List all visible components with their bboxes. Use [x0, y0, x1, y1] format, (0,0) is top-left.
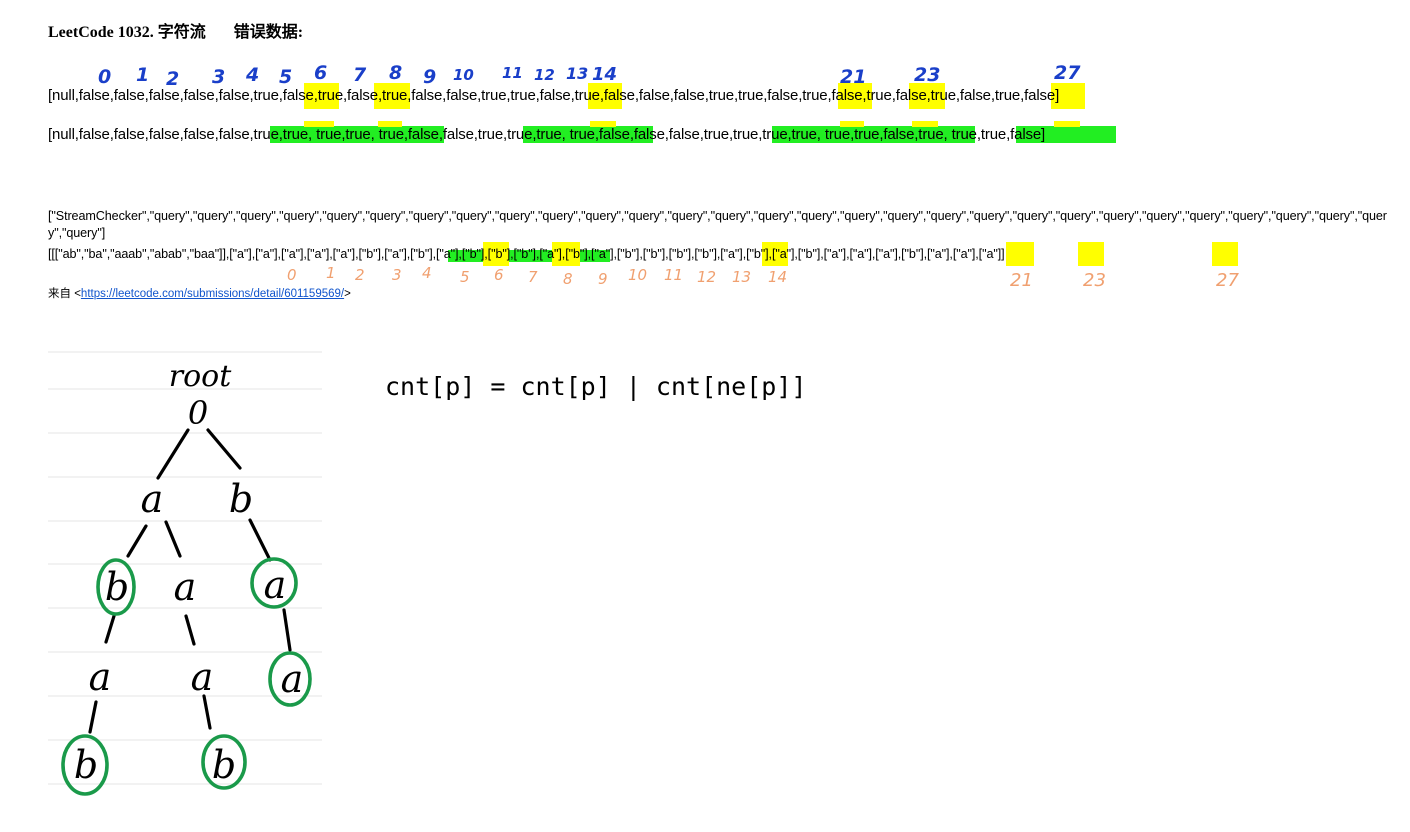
input-arguments: [[["ab","ba","aaab","abab","baa"]],["a"]… — [48, 247, 1005, 261]
root-label: root — [169, 359, 232, 394]
index-annotation: 3 — [392, 266, 402, 284]
index-annotation: 0 — [98, 66, 112, 88]
index-annotation: 27 — [1054, 62, 1081, 84]
trie-node-labels: root 0 a b b a a a a a b b — [74, 359, 303, 787]
index-annotation: 10 — [453, 66, 474, 84]
trie-node: a — [264, 563, 287, 607]
input-operations: ["StreamChecker","query","query","query"… — [48, 209, 1387, 240]
trie-node: b — [229, 477, 253, 521]
index-annotation: 23 — [1083, 270, 1106, 291]
index-annotation: 4 — [246, 64, 260, 86]
index-annotation: 5 — [279, 66, 293, 88]
index-annotation: 21 — [1010, 270, 1033, 291]
problem-title: LeetCode 1032. 字符流 — [48, 24, 206, 41]
trie-node: a — [89, 655, 112, 699]
source-suffix: > — [344, 288, 351, 300]
note-title: LeetCode 1032. 字符流 错误数据: — [48, 18, 303, 42]
trie-node: a — [141, 477, 164, 521]
trie-node: b — [212, 743, 236, 787]
index-annotation: 0 — [287, 266, 297, 284]
trie-node: a — [281, 657, 304, 701]
index-annotation: 6 — [314, 62, 328, 84]
index-annotation: 1 — [136, 64, 150, 86]
trie-diagram: root 0 a b b a a a a a b b — [48, 351, 322, 796]
index-annotation: 3 — [212, 66, 226, 88]
index-annotation: 10 — [628, 266, 648, 284]
index-annotation: 12 — [534, 66, 555, 84]
source-prefix: 来自 < — [48, 288, 81, 300]
index-annotation: 6 — [494, 266, 504, 284]
index-annotation: 14 — [592, 64, 618, 85]
index-annotation: 1 — [326, 264, 336, 282]
index-annotation: 12 — [697, 268, 717, 286]
index-annotation: 2 — [355, 266, 365, 284]
source-line: 来自 <https://leetcode.com/submissions/det… — [48, 285, 351, 301]
index-annotation: 7 — [353, 64, 367, 86]
error-data-label: 错误数据: — [233, 24, 304, 41]
index-annotation: 9 — [423, 66, 437, 88]
source-link[interactable]: https://leetcode.com/submissions/detail/… — [81, 288, 344, 300]
index-annotation: 14 — [768, 268, 788, 286]
index-annotation: 8 — [563, 270, 573, 288]
trie-node: b — [105, 565, 129, 609]
index-annotation: 9 — [598, 270, 608, 288]
index-annotation: 5 — [460, 268, 470, 286]
index-annotation: 7 — [528, 268, 538, 286]
root-node: 0 — [188, 394, 208, 432]
index-annotation: 4 — [422, 264, 432, 282]
index-annotation: 13 — [566, 64, 589, 83]
formula: cnt[p] = cnt[p] | cnt[ne[p]] — [385, 372, 807, 401]
expected-output-line: [null,false,false,false,false,false,true… — [48, 126, 1046, 143]
index-annotation: 13 — [732, 268, 752, 286]
trie-node: a — [191, 655, 214, 699]
index-annotation: 27 — [1216, 270, 1239, 291]
trie-node: a — [174, 565, 197, 609]
index-annotation: 11 — [664, 266, 684, 284]
index-annotation: 11 — [502, 64, 523, 82]
wrong-output-line: [null,false,false,false,false,false,true… — [48, 87, 1060, 104]
index-annotation: 8 — [389, 62, 403, 84]
trie-node: b — [74, 743, 98, 787]
